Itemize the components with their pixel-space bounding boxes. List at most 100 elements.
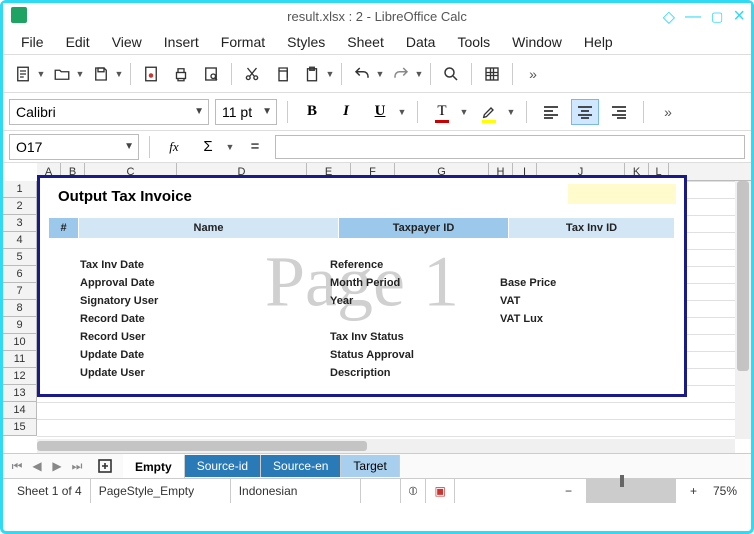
scroll-thumb[interactable] bbox=[37, 441, 367, 451]
page-style: PageStyle_Empty bbox=[91, 479, 231, 503]
menubar: File Edit View Insert Format Styles Shee… bbox=[3, 29, 751, 55]
function-wizard-button[interactable]: fx bbox=[160, 133, 188, 161]
vertical-scrollbar[interactable] bbox=[735, 181, 751, 439]
tab-prev-icon[interactable]: ◀ bbox=[27, 456, 47, 476]
add-sheet-icon[interactable] bbox=[95, 456, 115, 476]
row-7[interactable]: 7 bbox=[3, 283, 36, 300]
undo-button[interactable] bbox=[348, 60, 376, 88]
align-center-button[interactable] bbox=[571, 99, 599, 125]
tab-source-en[interactable]: Source-en bbox=[261, 455, 341, 477]
tab-next-icon[interactable]: ▶ bbox=[47, 456, 67, 476]
zoom-level[interactable]: 75% bbox=[705, 479, 745, 503]
open-dropdown[interactable]: ▼ bbox=[75, 69, 85, 79]
tab-target[interactable]: Target bbox=[341, 455, 399, 477]
paste-dropdown[interactable]: ▼ bbox=[325, 69, 335, 79]
copy-button[interactable] bbox=[268, 60, 296, 88]
row-1[interactable]: 1 bbox=[3, 181, 36, 198]
modified-icon[interactable]: ▣ bbox=[426, 479, 454, 503]
menu-window[interactable]: Window bbox=[502, 31, 572, 53]
cell-label: VAT Lux bbox=[500, 310, 556, 328]
align-left-button[interactable] bbox=[537, 99, 565, 125]
menu-sheet[interactable]: Sheet bbox=[337, 31, 394, 53]
fmt-overflow-button[interactable]: » bbox=[654, 98, 682, 126]
menu-help[interactable]: Help bbox=[574, 31, 623, 53]
overflow-button[interactable]: » bbox=[519, 60, 547, 88]
row-15[interactable]: 15 bbox=[3, 419, 36, 436]
row-10[interactable]: 10 bbox=[3, 334, 36, 351]
cell-label: Update Date bbox=[80, 346, 158, 364]
row-13[interactable]: 13 bbox=[3, 385, 36, 402]
open-button[interactable] bbox=[48, 60, 76, 88]
font-color-button[interactable]: T bbox=[428, 99, 456, 125]
tab-source-id[interactable]: Source-id bbox=[185, 455, 261, 477]
row-5[interactable]: 5 bbox=[3, 249, 36, 266]
highlight-button[interactable] bbox=[475, 99, 503, 125]
maximize-icon[interactable]: ▢ bbox=[711, 9, 723, 25]
row-headers[interactable]: 123456789101112131415 bbox=[3, 181, 37, 436]
underline-dropdown[interactable]: ▼ bbox=[397, 107, 407, 117]
bold-button[interactable]: B bbox=[298, 99, 326, 125]
menu-format[interactable]: Format bbox=[211, 31, 275, 53]
zoom-slider[interactable] bbox=[586, 479, 676, 503]
underline-button[interactable]: U bbox=[366, 99, 394, 125]
menu-edit[interactable]: Edit bbox=[56, 31, 100, 53]
save-button[interactable] bbox=[87, 60, 115, 88]
pin-icon[interactable]: ◇ bbox=[663, 7, 675, 27]
menu-tools[interactable]: Tools bbox=[447, 31, 500, 53]
row-3[interactable]: 3 bbox=[3, 215, 36, 232]
cell-label: Base Price bbox=[500, 274, 556, 292]
font-color-dropdown[interactable]: ▼ bbox=[459, 107, 469, 117]
row-2[interactable]: 2 bbox=[3, 198, 36, 215]
row-6[interactable]: 6 bbox=[3, 266, 36, 283]
scroll-thumb[interactable] bbox=[737, 181, 749, 371]
undo-dropdown[interactable]: ▼ bbox=[375, 69, 385, 79]
zoom-out-icon[interactable]: − bbox=[557, 479, 580, 503]
cell-label: Record Date bbox=[80, 310, 158, 328]
minimize-icon[interactable]: ― bbox=[685, 8, 701, 26]
cell-label: Reference bbox=[330, 256, 414, 274]
row-14[interactable]: 14 bbox=[3, 402, 36, 419]
highlight-dropdown[interactable]: ▼ bbox=[506, 107, 516, 117]
redo-button[interactable] bbox=[387, 60, 415, 88]
horizontal-scrollbar[interactable] bbox=[37, 439, 735, 453]
menu-data[interactable]: Data bbox=[396, 31, 446, 53]
print-preview-button[interactable] bbox=[197, 60, 225, 88]
new-button[interactable] bbox=[9, 60, 37, 88]
row-12[interactable]: 12 bbox=[3, 368, 36, 385]
row-8[interactable]: 8 bbox=[3, 300, 36, 317]
close-icon[interactable]: × bbox=[733, 5, 745, 28]
grid-button[interactable] bbox=[478, 60, 506, 88]
cut-button[interactable] bbox=[238, 60, 266, 88]
tab-first-icon[interactable]: ⏮ bbox=[7, 456, 27, 476]
new-dropdown[interactable]: ▼ bbox=[36, 69, 46, 79]
formula-button[interactable]: = bbox=[241, 133, 269, 161]
selection-mode-icon[interactable]: ⦶ bbox=[401, 479, 427, 503]
menu-view[interactable]: View bbox=[102, 31, 152, 53]
menu-insert[interactable]: Insert bbox=[154, 31, 209, 53]
print-button[interactable] bbox=[167, 60, 195, 88]
row-11[interactable]: 11 bbox=[3, 351, 36, 368]
paste-button[interactable] bbox=[298, 60, 326, 88]
zoom-in-icon[interactable]: + bbox=[682, 479, 705, 503]
align-right-button[interactable] bbox=[605, 99, 633, 125]
insert-mode[interactable] bbox=[361, 479, 401, 503]
sum-dropdown[interactable]: ▼ bbox=[225, 142, 235, 152]
row-4[interactable]: 4 bbox=[3, 232, 36, 249]
row-9[interactable]: 9 bbox=[3, 317, 36, 334]
pdf-button[interactable] bbox=[137, 60, 165, 88]
cell-label: Tax Inv Status bbox=[330, 328, 414, 346]
cell-reference-combo[interactable]: O17▼ bbox=[9, 134, 139, 160]
font-name-combo[interactable]: Calibri▼ bbox=[9, 99, 209, 125]
sum-button[interactable]: Σ bbox=[194, 133, 222, 161]
font-size-combo[interactable]: 11 pt▼ bbox=[215, 99, 277, 125]
tab-last-icon[interactable]: ⏭ bbox=[67, 456, 87, 476]
formula-input[interactable] bbox=[275, 135, 745, 159]
font-name-value: Calibri bbox=[16, 104, 56, 120]
find-button[interactable] bbox=[437, 60, 465, 88]
menu-file[interactable]: File bbox=[11, 31, 54, 53]
menu-styles[interactable]: Styles bbox=[277, 31, 335, 53]
redo-dropdown[interactable]: ▼ bbox=[414, 69, 424, 79]
save-dropdown[interactable]: ▼ bbox=[114, 69, 124, 79]
tab-empty[interactable]: Empty bbox=[123, 454, 185, 478]
italic-button[interactable]: I bbox=[332, 99, 360, 125]
